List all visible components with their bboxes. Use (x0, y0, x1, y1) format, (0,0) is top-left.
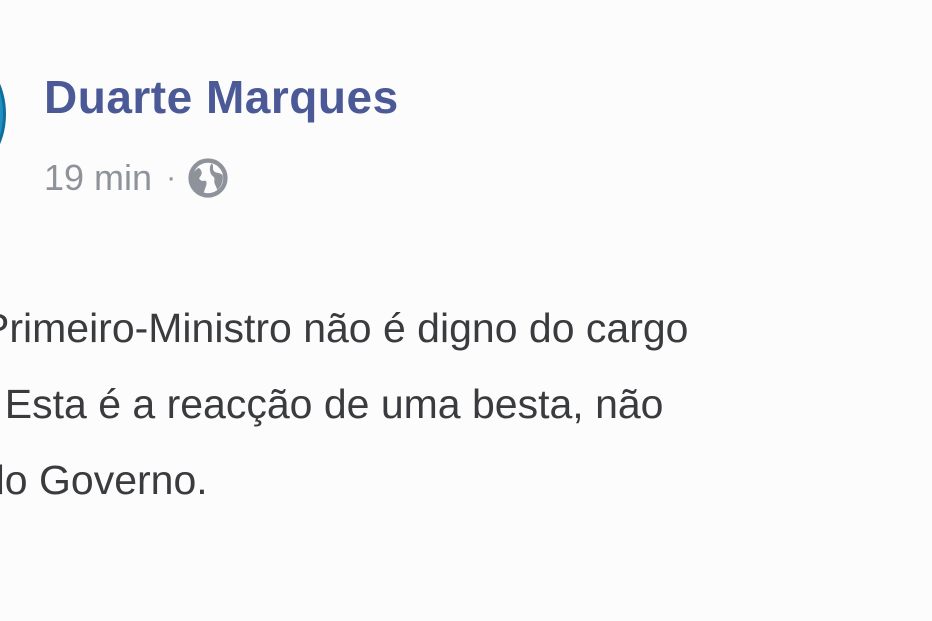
meta-separator: · (166, 161, 177, 194)
avatar[interactable] (0, 58, 6, 170)
facebook-post: Duarte Marques 19 min · Primeiro-Ministr… (0, 0, 932, 621)
post-body-line: . Esta é a reacção de uma besta, não (0, 381, 664, 427)
author-name[interactable]: Duarte Marques (44, 70, 399, 124)
post-body: Primeiro-Ministro não é digno do cargo .… (0, 290, 932, 518)
post-body-line: Primeiro-Ministro não é digno do cargo (0, 305, 689, 351)
post-body-line: do Governo. (0, 457, 208, 503)
post-meta: 19 min · (44, 156, 230, 200)
globe-icon[interactable] (186, 156, 230, 200)
post-timestamp[interactable]: 19 min (44, 157, 152, 199)
